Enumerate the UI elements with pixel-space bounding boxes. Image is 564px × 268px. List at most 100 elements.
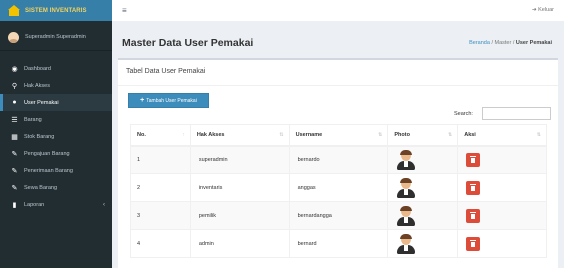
key-icon: ⚲ bbox=[11, 82, 18, 90]
sidebar-item-user-pemakai[interactable]: ● User Pemakai bbox=[0, 94, 112, 111]
add-user-button[interactable]: + Tambah User Pemakai bbox=[128, 93, 209, 108]
edit-icon: ✎ bbox=[11, 184, 18, 192]
breadcrumb-separator: / bbox=[491, 40, 493, 46]
table-row: 4 admin bernard bbox=[130, 229, 547, 258]
user-icon: ● bbox=[12, 99, 17, 106]
logo-text: SISTEM INVENTARIS bbox=[25, 7, 87, 14]
user-photo bbox=[396, 149, 416, 170]
sidebar-item-penerimaan-barang[interactable]: ✎ Penerimaan Barang bbox=[0, 162, 112, 179]
col-header-no[interactable]: No. ↑ bbox=[130, 124, 191, 147]
user-photo bbox=[396, 205, 416, 226]
sort-icon: ↑ bbox=[182, 132, 185, 138]
house-icon bbox=[7, 4, 21, 17]
sidebar-item-pengajuan-barang[interactable]: ✎ Pengajuan Barang bbox=[0, 145, 112, 162]
col-header-label: Photo bbox=[394, 131, 410, 138]
sidebar-item-label: Sewa Barang bbox=[24, 184, 58, 191]
cell-photo bbox=[387, 229, 459, 258]
cell-hak-akses: admin bbox=[189, 229, 290, 258]
data-box: Tabel Data User Pemakai + Tambah User Pe… bbox=[118, 58, 558, 268]
table-icon: ▦ bbox=[11, 133, 18, 141]
table-row: 1 superadmin bernardo bbox=[130, 145, 547, 174]
cell-username: anggas bbox=[288, 173, 389, 202]
plus-icon: + bbox=[140, 97, 145, 104]
box-title: Tabel Data User Pemakai bbox=[126, 68, 206, 75]
user-photo bbox=[396, 177, 416, 198]
cell-username: bernardangga bbox=[288, 201, 389, 230]
list-icon: ☰ bbox=[11, 116, 18, 124]
cell-hak-akses: inventaris bbox=[189, 173, 290, 202]
sidebar-item-laporan[interactable]: ▮ Laporan ‹ bbox=[0, 196, 112, 213]
cell-photo bbox=[387, 201, 459, 230]
delete-button[interactable] bbox=[466, 208, 481, 223]
logout-label: Keluar bbox=[538, 7, 554, 13]
chevron-left-icon: ‹ bbox=[103, 201, 105, 208]
sidebar-item-label: Hak Akses bbox=[24, 82, 50, 89]
search-label: Search: bbox=[454, 111, 473, 117]
breadcrumb-separator: / bbox=[512, 40, 515, 46]
cell-photo bbox=[387, 173, 459, 202]
user-name: Superadmin Superadmin bbox=[25, 34, 86, 40]
sort-icon: ⇅ bbox=[279, 132, 284, 138]
cell-no: 4 bbox=[130, 229, 191, 258]
sidebar-item-dashboard[interactable]: ◉ Dashboard bbox=[0, 60, 112, 77]
cell-no: 2 bbox=[130, 173, 191, 202]
sort-icon: ⇅ bbox=[378, 132, 383, 138]
delete-button[interactable] bbox=[466, 236, 481, 251]
sidebar-item-label: Laporan bbox=[24, 201, 45, 208]
col-header-label: Aksi bbox=[464, 131, 476, 138]
sidebar-item-label: Pengajuan Barang bbox=[24, 150, 70, 157]
delete-button[interactable] bbox=[466, 180, 481, 195]
col-header-hak-akses[interactable]: Hak Akses ⇅ bbox=[189, 124, 290, 147]
sidebar-item-hak-akses[interactable]: ⚲ Hak Akses bbox=[0, 77, 112, 94]
sidebar-item-label: Dashboard bbox=[24, 65, 51, 72]
sidebar-item-label: Barang bbox=[24, 116, 42, 123]
logout-link[interactable]: ➔ Keluar bbox=[532, 7, 554, 13]
cell-hak-akses: pemilik bbox=[189, 201, 290, 230]
cell-aksi bbox=[457, 201, 547, 230]
cell-no: 3 bbox=[130, 201, 191, 230]
divider bbox=[118, 85, 558, 86]
delete-button[interactable] bbox=[466, 152, 481, 167]
col-header-aksi[interactable]: Aksi ⇅ bbox=[457, 124, 547, 147]
cell-no: 1 bbox=[130, 145, 191, 174]
sort-icon: ⇅ bbox=[448, 132, 453, 138]
cell-username: bernardo bbox=[288, 145, 389, 174]
app-logo[interactable]: SISTEM INVENTARIS bbox=[0, 0, 112, 21]
trash-icon bbox=[470, 240, 477, 247]
edit-icon: ✎ bbox=[11, 150, 18, 158]
sidebar-item-label: User Pemakai bbox=[24, 99, 59, 106]
cell-username: bernard bbox=[288, 229, 389, 258]
sort-icon: ⇅ bbox=[536, 132, 541, 138]
col-header-photo[interactable]: Photo ⇅ bbox=[387, 124, 459, 147]
sidebar-item-barang[interactable]: ☰ Barang bbox=[0, 111, 112, 128]
col-header-label: Username bbox=[295, 131, 323, 138]
search-input[interactable] bbox=[482, 107, 551, 120]
page-title: Master Data User Pemakai bbox=[122, 37, 254, 49]
sidebar-item-label: Penerimaan Barang bbox=[24, 167, 73, 174]
sidebar-menu: ◉ Dashboard ⚲ Hak Akses ● User Pemakai ☰… bbox=[0, 60, 112, 213]
col-header-username[interactable]: Username ⇅ bbox=[288, 124, 389, 147]
dashboard-icon: ◉ bbox=[11, 65, 18, 73]
sidebar-item-label: Stok Barang bbox=[24, 133, 55, 140]
file-icon: ▮ bbox=[12, 201, 17, 209]
sidebar-item-sewa-barang[interactable]: ✎ Sewa Barang bbox=[0, 179, 112, 196]
cell-photo bbox=[387, 145, 459, 174]
breadcrumb-master: Master bbox=[494, 40, 512, 46]
menu-toggle-icon[interactable]: ≡ bbox=[122, 6, 127, 15]
cell-aksi bbox=[457, 173, 547, 202]
top-header: ≡ ➔ Keluar bbox=[112, 0, 564, 21]
trash-icon bbox=[470, 212, 477, 219]
table-row: 3 pemilik bernardangga bbox=[130, 201, 547, 230]
user-avatar bbox=[8, 31, 19, 43]
user-panel: Superadmin Superadmin bbox=[0, 24, 112, 51]
add-user-label: Tambah User Pemakai bbox=[146, 97, 197, 104]
trash-icon bbox=[470, 184, 477, 191]
cell-aksi bbox=[457, 145, 547, 174]
breadcrumb-home[interactable]: Beranda bbox=[469, 40, 490, 46]
col-header-label: Hak Akses bbox=[196, 131, 225, 138]
user-table: No. ↑ Hak Akses ⇅ Username ⇅ Photo ⇅ Aksi ⇅ 1… bbox=[130, 124, 547, 258]
cell-hak-akses: superadmin bbox=[189, 145, 290, 174]
breadcrumb: Beranda / Master / User Pemakai bbox=[469, 40, 552, 46]
sidebar-item-stok-barang[interactable]: ▦ Stok Barang bbox=[0, 128, 112, 145]
user-photo bbox=[396, 233, 416, 254]
